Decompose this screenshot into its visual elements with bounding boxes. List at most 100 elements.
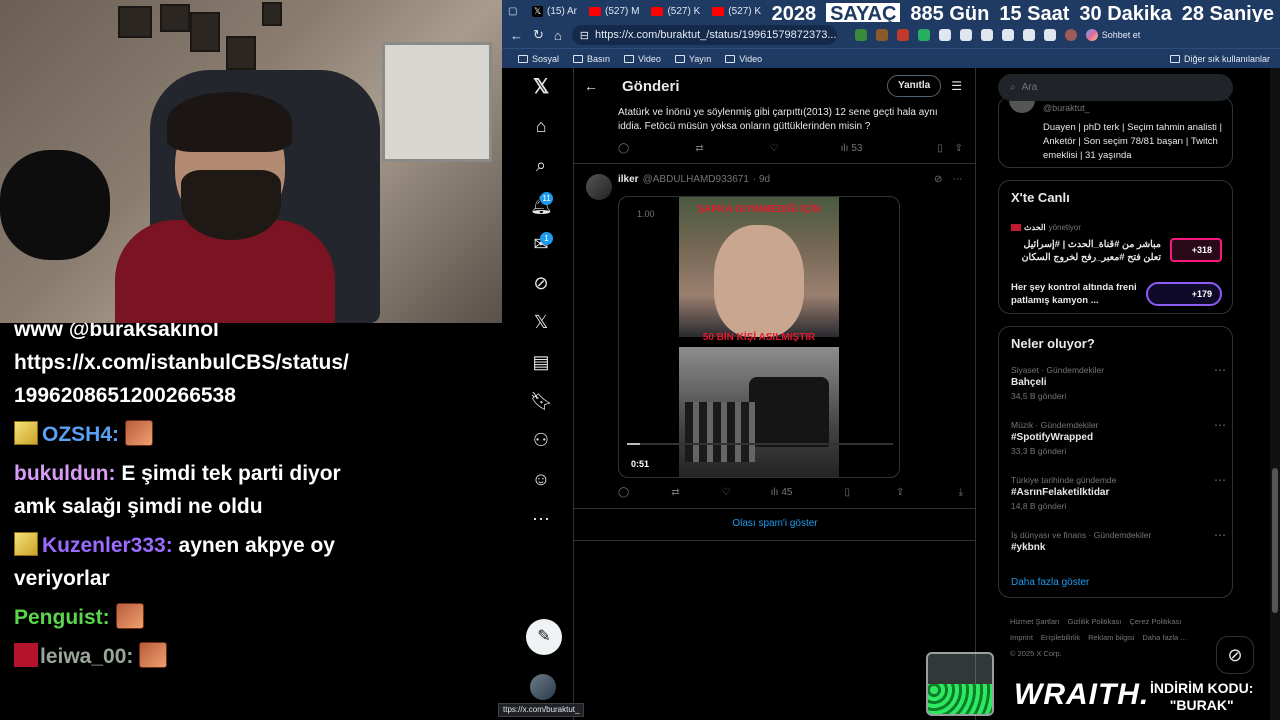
trend-item[interactable]: Siyaset · Gündemdekiler Bahçeli 34,5 B g… [1011, 363, 1226, 401]
tab-actions-icon[interactable]: ▢ [508, 6, 517, 17]
bookmark-icon[interactable]: ▯ [937, 143, 943, 154]
live-listeners[interactable]: +318 [1170, 238, 1222, 262]
bookmark-folder[interactable]: Sosyal [518, 54, 559, 64]
chat-line: www @buraksakinol [14, 323, 219, 341]
back-icon[interactable]: ← [510, 28, 523, 43]
like-icon[interactable]: ♡ [722, 487, 731, 498]
tab[interactable]: (527) K [706, 0, 767, 22]
more-options-icon[interactable]: ⋯ [952, 174, 962, 185]
lists-icon[interactable]: ▤ [530, 351, 552, 373]
more-options-icon[interactable]: ⋯ [1214, 528, 1226, 542]
extension-icon[interactable] [959, 29, 972, 41]
more-icon[interactable]: ⋯ [530, 508, 552, 530]
search-input[interactable]: ⌕ Ara [998, 74, 1233, 101]
download-icon[interactable]: ⤓ [959, 487, 963, 498]
other-bookmarks[interactable]: Diğer sık kullanılanlar [1169, 54, 1280, 64]
like-icon[interactable]: ♡ [770, 143, 779, 154]
trend-item[interactable]: Müzik · Gündemdekiler #SpotifyWrapped 33… [1011, 418, 1226, 456]
extension-icon[interactable] [875, 29, 888, 41]
chat-username[interactable]: OZSH4: [42, 423, 119, 446]
copilot-icon [1085, 29, 1098, 41]
whiteboard [382, 42, 492, 162]
chat-username[interactable]: leiwa_00: [40, 645, 133, 668]
communities-icon[interactable]: ⚇ [530, 429, 552, 451]
refresh-icon[interactable]: ↻ [533, 27, 544, 43]
share-icon[interactable]: ⇪ [955, 143, 963, 154]
chat-username[interactable]: bukuldun: [14, 462, 115, 485]
chat-emote-icon [115, 603, 144, 629]
extension-icon[interactable] [980, 29, 993, 41]
live-listeners[interactable]: +179 [1146, 282, 1222, 306]
bookmark-icon[interactable]: ▯ [844, 487, 850, 498]
search-icon: ⌕ [1010, 82, 1016, 93]
more-options-icon[interactable]: ⋯ [1214, 363, 1226, 377]
extension-icon[interactable] [1001, 29, 1014, 41]
tweet-author-avatar[interactable] [586, 174, 612, 200]
premium-x-icon[interactable]: 𝕏 [530, 311, 552, 333]
show-more-link[interactable]: Daha fazla göster [1011, 577, 1089, 588]
trend-item[interactable]: Türkiye tarihinde gündemde #AsrınFelaket… [1011, 473, 1226, 511]
extension-icon[interactable] [917, 29, 930, 41]
tab[interactable]: (527) K [645, 0, 706, 22]
extension-icon[interactable] [1043, 29, 1056, 41]
video-caption: 50 BİN KİŞİ ASILMIŞTIR [702, 332, 816, 343]
subscriber-badge-icon [14, 421, 38, 445]
live-item[interactable]: Her şey kontrol altında freni patlamış k… [1011, 281, 1156, 307]
more-options-icon[interactable]: ⋯ [1214, 418, 1226, 432]
extension-icon[interactable] [1022, 29, 1035, 41]
scrollbar[interactable] [1270, 68, 1280, 720]
more-options-icon[interactable]: ⋯ [1214, 473, 1226, 487]
folder-icon [573, 54, 584, 63]
extension-icon[interactable] [854, 29, 867, 41]
post-button[interactable]: ✎ [526, 619, 562, 655]
badge-icon [14, 643, 38, 667]
bookmark-folder[interactable]: Basın [573, 54, 610, 64]
video-player[interactable]: 1.00 ŞAPKA GIYINMEDIĞI İÇİN 50 BİN KİŞİ … [618, 196, 900, 478]
profile-icon[interactable]: ☺ [530, 468, 552, 490]
retweet-icon[interactable]: ⇄ [695, 143, 703, 154]
trend-item[interactable]: İş dünyası ve finans · Gündemdekiler #yk… [1011, 528, 1226, 553]
profile-avatar[interactable] [1009, 99, 1035, 113]
back-arrow-icon[interactable]: ← [584, 78, 604, 94]
reply-icon[interactable]: ◯ [618, 143, 629, 154]
share-icon[interactable]: ⇪ [896, 487, 904, 498]
account-avatar[interactable] [530, 674, 556, 700]
chat-username[interactable]: Kuzenler333: [42, 534, 173, 557]
folder-icon [518, 54, 528, 63]
reply-button[interactable]: Yanıtla [886, 75, 942, 97]
copilot-chat-button[interactable]: Sohbet et [1085, 29, 1140, 41]
scrollbar-thumb[interactable] [1272, 468, 1278, 613]
microphone [0, 150, 110, 260]
home-icon[interactable]: ⌂ [530, 115, 552, 137]
notifications-badge: 11 [540, 192, 553, 205]
chat-username[interactable]: Penguist: [14, 606, 110, 629]
show-spam-link[interactable]: Olası spam'i göster [574, 518, 975, 529]
reply-icon[interactable]: ◯ [618, 487, 629, 498]
bookmark-folder[interactable]: Video [725, 54, 762, 64]
profile-avatar-icon[interactable] [1064, 29, 1077, 41]
grok-button[interactable]: ⊘ [1216, 636, 1254, 674]
tab[interactable]: 𝕏 (15) Ar [526, 0, 583, 22]
site-info-icon[interactable]: ⊟ [580, 29, 589, 42]
video-progress-bar[interactable] [627, 443, 893, 445]
chat-message: Penguist: [14, 601, 502, 634]
settings-sliders-icon[interactable]: ☰ [951, 79, 962, 93]
bookmark-folder[interactable]: Video [624, 54, 661, 64]
grok-explain-icon[interactable]: ⊘ [934, 174, 942, 185]
views-stat[interactable]: ılı 53 [841, 143, 863, 154]
views-stat[interactable]: ılı 45 [771, 487, 793, 498]
search-icon[interactable]: ⌕ [530, 154, 552, 176]
bookmarks-icon[interactable]: 🔖︎ [530, 390, 553, 412]
x-right-column: @buraktut_ Duayen | phD terk | Seçim tah… [976, 68, 1280, 720]
extension-icon[interactable] [938, 29, 951, 41]
video-progress-fill [627, 443, 641, 445]
grok-icon[interactable]: ⊘ [530, 272, 552, 294]
tab[interactable]: (527) M [583, 0, 645, 22]
bookmark-folder[interactable]: Yayın [674, 54, 711, 64]
extension-icon[interactable] [896, 29, 909, 41]
home-icon[interactable]: ⌂ [554, 28, 562, 43]
retweet-icon[interactable]: ⇄ [671, 487, 679, 498]
url-field[interactable]: ⊟ https://x.com/buraktut_/status/1996157… [571, 25, 837, 45]
x-logo-icon[interactable]: 𝕏 [530, 76, 552, 98]
divider [574, 163, 975, 164]
